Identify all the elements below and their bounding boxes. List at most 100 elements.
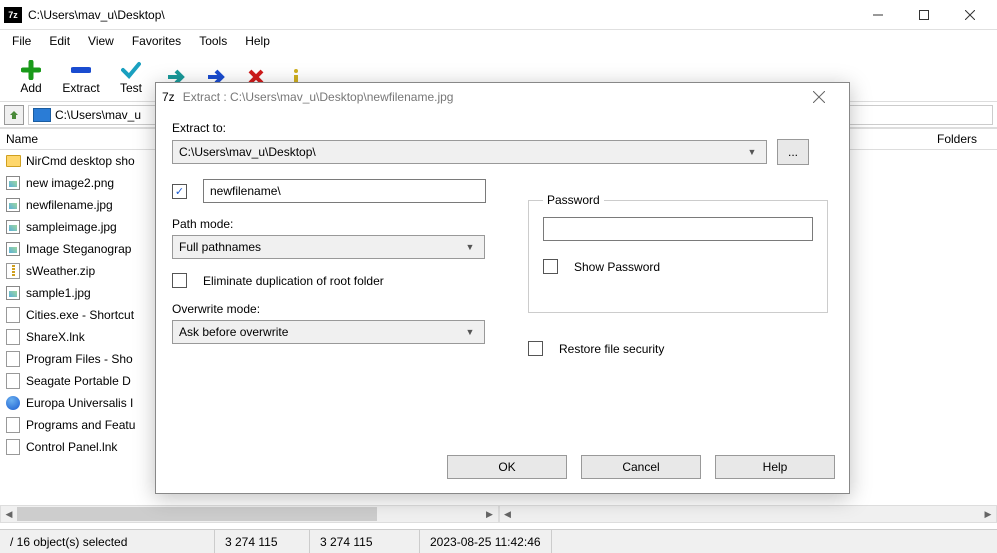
file-icon <box>4 417 22 433</box>
extract-dialog: 7z Extract : C:\Users\mav_u\Desktop\newf… <box>155 82 850 494</box>
show-password-checkbox[interactable] <box>543 259 558 274</box>
toolbar-extract-label: Extract <box>62 81 99 95</box>
toolbar-test-button[interactable]: Test <box>106 59 156 95</box>
folder-icon <box>4 153 22 169</box>
check-icon <box>121 59 141 81</box>
file-name: Image Steganograp <box>26 242 131 256</box>
password-legend: Password <box>543 193 604 207</box>
file-name: Cities.exe - Shortcut <box>26 308 134 322</box>
minimize-button[interactable] <box>855 0 901 30</box>
toolbar-test-label: Test <box>120 81 142 95</box>
toolbar-extract-button[interactable]: Extract <box>56 59 106 95</box>
chevron-down-icon: ▼ <box>462 242 478 252</box>
status-size1: 3 274 115 <box>215 530 310 553</box>
chevron-down-icon: ▼ <box>462 327 478 337</box>
zip-icon <box>4 263 22 279</box>
path-text: C:\Users\mav_u <box>55 108 141 122</box>
file-name: sample1.jpg <box>26 286 91 300</box>
browse-button[interactable]: ... <box>777 139 809 165</box>
restore-checkbox[interactable] <box>528 341 543 356</box>
path-mode-value: Full pathnames <box>179 240 261 254</box>
up-button[interactable] <box>4 105 24 125</box>
column-folders[interactable]: Folders <box>931 132 997 146</box>
subfolder-checkbox[interactable]: ✓ <box>172 184 187 199</box>
password-group: Password Show Password <box>528 193 828 313</box>
file-icon <box>4 439 22 455</box>
scroll-left-arrow-icon[interactable]: ◀ <box>500 506 516 522</box>
file-name: newfilename.jpg <box>26 198 113 212</box>
scrollbar-area: ◀ ▶ ◀ ▶ <box>0 505 997 523</box>
scroll-right-arrow-icon[interactable]: ▶ <box>482 506 498 522</box>
help-button[interactable]: Help <box>715 455 835 479</box>
file-icon <box>4 329 22 345</box>
minus-icon <box>71 59 91 81</box>
menu-file[interactable]: File <box>4 32 39 50</box>
app-icon: 7z <box>162 90 175 104</box>
file-name: Programs and Featu <box>26 418 135 432</box>
horizontal-scrollbar[interactable]: ◀ ▶ <box>0 505 499 523</box>
horizontal-scrollbar-right[interactable]: ◀ ▶ <box>499 505 997 523</box>
window-title: C:\Users\mav_u\Desktop\ <box>28 8 855 22</box>
menu-favorites[interactable]: Favorites <box>124 32 189 50</box>
file-name: sampleimage.jpg <box>26 220 117 234</box>
file-name: sWeather.zip <box>26 264 95 278</box>
browse-label: ... <box>788 145 798 159</box>
ok-label: OK <box>498 460 515 474</box>
image-icon <box>4 175 22 191</box>
file-icon <box>4 351 22 367</box>
file-name: NirCmd desktop sho <box>26 154 135 168</box>
scroll-left-arrow-icon[interactable]: ◀ <box>1 506 17 522</box>
extract-to-label: Extract to: <box>172 121 833 135</box>
menu-tools[interactable]: Tools <box>191 32 235 50</box>
image-icon <box>4 219 22 235</box>
statusbar: / 16 object(s) selected 3 274 115 3 274 … <box>0 529 997 553</box>
image-icon <box>4 241 22 257</box>
restore-label: Restore file security <box>559 342 664 356</box>
overwrite-combo[interactable]: Ask before overwrite ▼ <box>172 320 485 344</box>
help-label: Help <box>763 460 788 474</box>
plus-icon <box>21 59 41 81</box>
folder-up-icon <box>8 109 20 121</box>
menu-help[interactable]: Help <box>237 32 278 50</box>
extract-to-combo[interactable]: C:\Users\mav_u\Desktop\ ▼ <box>172 140 767 164</box>
dialog-close-button[interactable] <box>813 91 843 103</box>
file-icon <box>4 307 22 323</box>
image-icon <box>4 197 22 213</box>
status-date: 2023-08-25 11:42:46 <box>420 530 552 553</box>
toolbar-add-label: Add <box>20 81 41 95</box>
status-size2: 3 274 115 <box>310 530 420 553</box>
file-name: Europa Universalis I <box>26 396 133 410</box>
path-mode-combo[interactable]: Full pathnames ▼ <box>172 235 485 259</box>
subfolder-value: newfilename\ <box>210 184 281 198</box>
eliminate-checkbox[interactable] <box>172 273 187 288</box>
file-icon <box>4 373 22 389</box>
toolbar-add-button[interactable]: Add <box>6 59 56 95</box>
window-titlebar: 7z C:\Users\mav_u\Desktop\ <box>0 0 997 30</box>
status-selected: / 16 object(s) selected <box>0 530 215 553</box>
ok-button[interactable]: OK <box>447 455 567 479</box>
overwrite-value: Ask before overwrite <box>179 325 288 339</box>
subfolder-input[interactable]: newfilename\ <box>203 179 486 203</box>
menu-view[interactable]: View <box>80 32 122 50</box>
cancel-button[interactable]: Cancel <box>581 455 701 479</box>
menubar: File Edit View Favorites Tools Help <box>0 30 997 52</box>
password-input[interactable] <box>543 217 813 241</box>
scroll-right-arrow-icon[interactable]: ▶ <box>980 506 996 522</box>
file-name: Program Files - Sho <box>26 352 133 366</box>
menu-edit[interactable]: Edit <box>41 32 78 50</box>
dialog-titlebar: 7z Extract : C:\Users\mav_u\Desktop\newf… <box>156 83 849 111</box>
image-icon <box>4 285 22 301</box>
scrollbar-thumb[interactable] <box>17 507 377 521</box>
extract-to-value: C:\Users\mav_u\Desktop\ <box>179 145 316 159</box>
show-password-label: Show Password <box>574 260 660 274</box>
app-icon: 7z <box>4 7 22 23</box>
file-name: new image2.png <box>26 176 114 190</box>
chevron-down-icon: ▼ <box>744 147 760 157</box>
eliminate-label: Eliminate duplication of root folder <box>203 274 384 288</box>
dialog-title: Extract : C:\Users\mav_u\Desktop\newfile… <box>183 90 813 104</box>
file-name: Seagate Portable D <box>26 374 131 388</box>
file-name: Control Panel.lnk <box>26 440 117 454</box>
close-icon <box>813 91 825 103</box>
maximize-button[interactable] <box>901 0 947 30</box>
close-button[interactable] <box>947 0 993 30</box>
